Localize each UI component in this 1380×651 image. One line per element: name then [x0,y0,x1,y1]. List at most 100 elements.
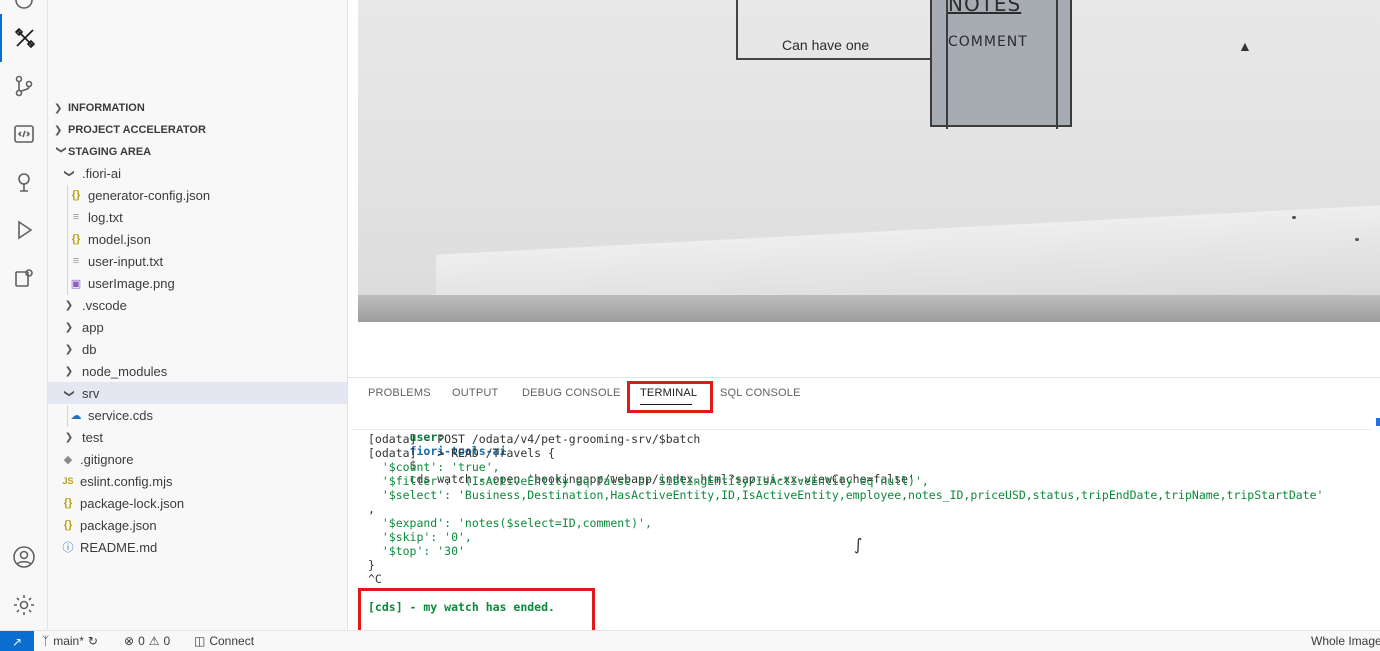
section-label: STAGING AREA [68,146,152,158]
tree-file-eslint-config[interactable]: JS eslint.config.mjs [48,470,347,492]
tree-label: .vscode [82,297,127,313]
terminal-line: '$top': '30' [368,544,465,558]
tree-folder-node-modules[interactable]: ❯ node_modules [48,360,347,382]
relationship-label: Can have one [782,37,870,53]
tools-icon[interactable] [0,14,48,62]
terminal-scrollbar[interactable] [1376,418,1380,426]
section-label: INFORMATION [68,102,145,114]
tree-label: db [82,341,97,357]
info-file-icon: ⓘ [62,542,74,554]
status-bar: ↗ ᛉ main* ↻ ⊗ 0 ⚠ 0 ◫ Connect Whole Imag… [0,630,1380,651]
problems-indicator[interactable]: ⊗ 0 ⚠ 0 [124,634,170,648]
remote-indicator-icon[interactable]: ↗ [0,631,34,651]
tree-folder-srv[interactable]: ❯ srv [48,382,347,404]
js-file-icon: JS [62,476,74,486]
tree-file-user-input[interactable]: ≡ user-input.txt [48,250,347,272]
tree-file-package-json[interactable]: {} package.json [48,514,347,536]
warning-icon: ⚠ [148,634,160,648]
error-count: 0 [138,634,145,648]
image-file-icon: ▣ [70,277,82,290]
tree-folder-test[interactable]: ❯ test [48,426,347,448]
terminal-line: [odata] - > READ /Travels { [368,446,555,460]
tree-label: srv [82,385,100,401]
json-file-icon: {} [63,497,73,509]
tree-file-service-cds[interactable]: ☁ service.cds [48,404,347,426]
entity-border-line [946,0,948,129]
extensions-icon[interactable] [0,254,48,302]
tree-file-model[interactable]: {} model.json [48,228,347,250]
tree-file-package-lock[interactable]: {} package-lock.json [48,492,347,514]
section-information[interactable]: ❯ INFORMATION [48,97,347,119]
terminal-line: } [368,558,375,572]
tree-file-log[interactable]: ≡ log.txt [48,206,347,228]
tree-label: node_modules [82,363,168,379]
account-icon[interactable] [0,533,48,581]
tab-output[interactable]: OUTPUT [452,387,498,399]
mouse-pointer-icon: ▲ [1238,38,1252,54]
activity-bar [0,0,48,630]
sync-icon: ↻ [87,634,98,648]
image-zoom-indicator[interactable]: Whole Image [1311,634,1380,648]
bottom-panel: PROBLEMS OUTPUT DEBUG CONSOLE TERMINAL S… [348,377,1380,651]
tab-sql-console[interactable]: SQL CONSOLE [720,387,801,399]
section-staging-area[interactable]: ❯ STAGING AREA [48,141,347,163]
tree-folder-fiori-ai[interactable]: ❯ .fiori-ai [48,162,347,184]
tree-folder-db[interactable]: ❯ db [48,338,347,360]
source-control-icon[interactable] [0,62,48,110]
chevron-down-icon: ❯ [63,168,75,178]
connect-label: Connect [209,634,255,648]
highlight-box-terminal-tab [627,381,713,413]
tree-label: userImage.png [88,275,175,291]
entity-box-notes: NOTES COMMENT [930,0,1072,129]
code-review-icon[interactable] [0,110,48,158]
tree-label: generator-config.json [88,187,211,203]
tree-label: README.md [80,539,158,555]
terminal-line: '$count': 'true', [368,460,500,474]
tree-label: log.txt [88,209,123,225]
chevron-right-icon: ❯ [64,431,74,443]
terminal-line: [odata] - POST /odata/v4/pet-grooming-sr… [368,432,701,446]
user-image-preview: Can have one NOTES COMMENT ▲ [358,0,1380,322]
warning-count: 0 [163,634,171,648]
section-project-accelerator[interactable]: ❯ PROJECT ACCELERATOR [48,119,347,141]
terminal-line: '$select': 'Business,Destination,HasActi… [368,488,1324,502]
terminal-line: '$skip': '0', [368,530,472,544]
photo-edge [358,295,1380,322]
settings-gear-icon[interactable] [0,581,48,629]
tree-label: test [82,429,103,445]
tree-folder-app[interactable]: ❯ app [48,316,347,338]
git-branch-icon: ᛉ [42,634,50,648]
error-icon: ⊗ [124,634,135,648]
branch-indicator[interactable]: ᛉ main* ↻ [42,634,98,648]
tree-folder-vscode[interactable]: ❯ .vscode [48,294,347,316]
chevron-right-icon: ❯ [64,321,74,333]
tree-label: eslint.config.mjs [80,473,173,489]
run-icon[interactable] [0,206,48,254]
deploy-icon[interactable] [0,158,48,206]
json-file-icon: {} [71,233,81,245]
tree-file-readme[interactable]: ⓘ README.md [48,536,347,558]
tab-problems[interactable]: PROBLEMS [368,387,431,399]
paper-speck [1292,216,1296,219]
relationship-line [736,0,738,60]
tree-label: .gitignore [80,451,134,467]
connect-button[interactable]: ◫ Connect [194,634,254,648]
chevron-down-icon: ❯ [55,145,67,154]
tree-file-gitignore[interactable]: ◆ .gitignore [48,448,347,470]
tree-label: package-lock.json [80,495,185,511]
branch-name: main* [53,634,84,648]
terminal-line: , [368,502,375,516]
explorer-panel: ❯ INFORMATION ❯ PROJECT ACCELERATOR ❯ ST… [48,0,348,630]
json-file-icon: {} [63,519,73,531]
tab-debug-console[interactable]: DEBUG CONSOLE [522,387,621,399]
tree-file-generator-config[interactable]: {} generator-config.json [48,184,347,206]
entity-border-line [1056,0,1058,129]
text-file-icon: ≡ [72,255,80,267]
entity-title: NOTES [948,0,1022,16]
terminal-line: '$filter': '(IsActiveEntity eq false or … [368,474,929,488]
relationship-line [736,58,930,60]
terminal-command-line: user: fiori-tools-ai $ cds watch --open … [368,416,915,486]
tree-file-user-image[interactable]: ▣ userImage.png [48,272,347,294]
tree-label: app [82,319,104,335]
terminal-line: '$expand': 'notes($select=ID,comment)', [368,516,652,530]
